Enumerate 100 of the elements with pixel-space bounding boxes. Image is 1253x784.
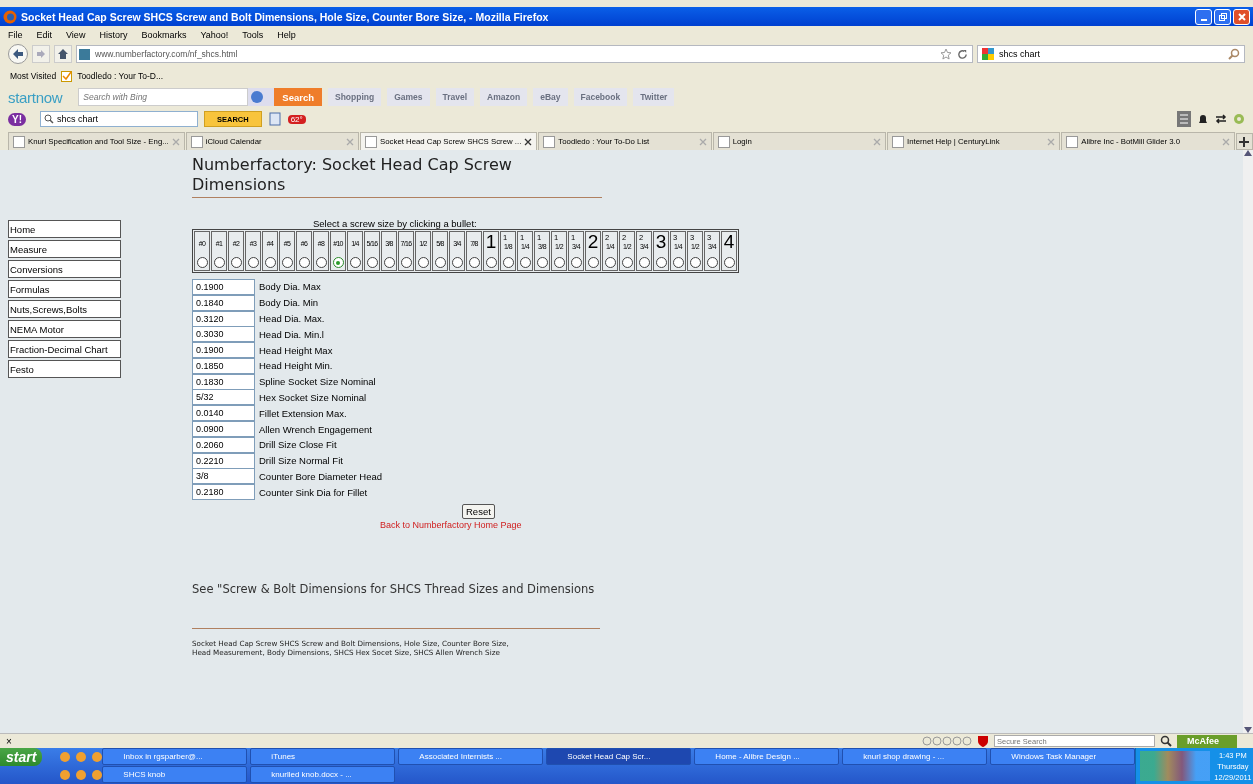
- menu-item[interactable]: View: [66, 29, 86, 40]
- radio-button[interactable]: [366, 257, 378, 268]
- radio-button[interactable]: [417, 257, 429, 268]
- taskbar-button[interactable]: knurl shop drawing - ...: [842, 748, 988, 765]
- radio-button[interactable]: [400, 257, 412, 268]
- radio-button[interactable]: [281, 257, 293, 268]
- radio-button[interactable]: [485, 257, 497, 268]
- radio-button[interactable]: [689, 257, 701, 268]
- menu-item[interactable]: Tools: [242, 29, 264, 40]
- radio-button[interactable]: [315, 257, 327, 268]
- radio-button[interactable]: [434, 257, 446, 268]
- value-field[interactable]: 5/32: [192, 389, 255, 406]
- restore-button[interactable]: [1214, 8, 1231, 25]
- radio-button[interactable]: [264, 257, 276, 268]
- address-bar[interactable]: www.numberfactory.com/nf_shcs.html: [76, 45, 973, 63]
- value-field[interactable]: 0.0140: [192, 405, 255, 422]
- quick-launch-icon[interactable]: [60, 770, 71, 780]
- bell-icon[interactable]: [1197, 113, 1209, 125]
- nav-link[interactable]: Festo: [8, 360, 121, 378]
- taskbar-button[interactable]: Inbox in rgsparber@...: [102, 748, 248, 765]
- nav-link[interactable]: Fraction-Decimal Chart: [8, 340, 121, 358]
- globe-icon[interactable]: [248, 88, 275, 106]
- close-button[interactable]: ×: [6, 735, 12, 747]
- menu-item[interactable]: Edit: [36, 29, 53, 40]
- value-field[interactable]: 3/8: [192, 468, 255, 485]
- menu-item[interactable]: Help: [277, 29, 296, 40]
- radio-button[interactable]: [519, 257, 531, 268]
- taskbar-button[interactable]: Socket Head Cap Scr...: [546, 748, 692, 765]
- value-field[interactable]: 0.1900: [192, 342, 255, 359]
- radio-button[interactable]: [621, 257, 633, 268]
- taskbar-button[interactable]: Associated Internists ...: [398, 748, 544, 765]
- value-field[interactable]: 0.3030: [192, 326, 255, 343]
- radio-button[interactable]: [553, 257, 565, 268]
- toolbar-link[interactable]: eBay: [533, 88, 568, 106]
- radio-button[interactable]: [468, 257, 480, 268]
- value-field[interactable]: 0.2180: [192, 484, 255, 501]
- new-tab-button[interactable]: [1235, 133, 1253, 150]
- reset-button[interactable]: Reset: [462, 504, 495, 520]
- radio-button[interactable]: [570, 257, 582, 268]
- star-icon[interactable]: [940, 48, 952, 60]
- toolbar-link[interactable]: Games: [387, 88, 430, 106]
- toolbar-link[interactable]: Travel: [435, 88, 475, 106]
- radio-button[interactable]: [536, 257, 548, 268]
- nav-link[interactable]: Measure: [8, 240, 121, 258]
- close-icon[interactable]: [524, 137, 533, 146]
- quick-launch-icon[interactable]: [76, 770, 87, 780]
- radio-button[interactable]: [230, 257, 242, 268]
- radio-button[interactable]: [672, 257, 684, 268]
- radio-button[interactable]: [638, 257, 650, 268]
- yahoo-logo[interactable]: Y!: [8, 112, 26, 126]
- radio-button[interactable]: [723, 257, 735, 268]
- back-button[interactable]: [8, 44, 28, 64]
- search-field[interactable]: shcs chart: [977, 45, 1245, 63]
- bookmark-item[interactable]: Most Visited: [10, 71, 57, 81]
- nav-link[interactable]: Home: [8, 220, 121, 238]
- taskbar-button[interactable]: Windows Task Manager: [990, 748, 1136, 765]
- radio-button[interactable]: [298, 257, 310, 268]
- reload-icon[interactable]: [957, 48, 968, 60]
- radio-button[interactable]: [587, 257, 599, 268]
- menu-item[interactable]: Bookmarks: [141, 29, 187, 40]
- nav-link[interactable]: NEMA Motor: [8, 320, 121, 338]
- radio-button[interactable]: [706, 257, 718, 268]
- nav-link[interactable]: Nuts,Screws,Bolts: [8, 300, 121, 318]
- search-icon[interactable]: [1160, 735, 1172, 747]
- taskbar-button[interactable]: iTunes: [250, 748, 396, 765]
- search-field[interactable]: Search with Bing: [78, 88, 249, 106]
- toolbar-link[interactable]: Shopping: [328, 88, 382, 106]
- toolbar-link[interactable]: Twitter: [633, 88, 675, 106]
- radio-button[interactable]: [502, 257, 514, 268]
- menu-item[interactable]: History: [99, 29, 128, 40]
- home-link[interactable]: Back to Numberfactory Home Page: [380, 520, 522, 531]
- radio-button[interactable]: [213, 257, 225, 268]
- start-button[interactable]: start: [0, 748, 43, 766]
- nav-link[interactable]: Conversions: [8, 260, 121, 278]
- minimize-button[interactable]: [1195, 8, 1212, 25]
- quick-launch-icon[interactable]: [92, 770, 103, 780]
- scrollbar[interactable]: [1243, 150, 1253, 733]
- radio-button[interactable]: [451, 257, 463, 268]
- value-field[interactable]: 0.1900: [192, 278, 255, 295]
- bookmark-item[interactable]: Toodledo : Your To-D...: [77, 71, 163, 81]
- shield-icon[interactable]: [977, 734, 989, 748]
- weather-badge[interactable]: 62°: [287, 114, 306, 124]
- quick-launch-icon[interactable]: [92, 752, 103, 762]
- radio-button[interactable]: [332, 257, 344, 268]
- nav-link[interactable]: Formulas: [8, 280, 121, 298]
- toolbar-link[interactable]: Amazon: [480, 88, 528, 106]
- menu-item[interactable]: File: [8, 29, 23, 40]
- search-field[interactable]: shcs chart: [40, 111, 198, 127]
- radio-button[interactable]: [196, 257, 208, 268]
- toolbar-link[interactable]: Facebook: [573, 88, 628, 106]
- menu-item[interactable]: Yahoo!: [200, 29, 229, 40]
- swap-icon[interactable]: [1215, 113, 1227, 125]
- radio-button[interactable]: [247, 257, 259, 268]
- radio-button[interactable]: [604, 257, 616, 268]
- close-button[interactable]: [1233, 8, 1250, 25]
- value-field[interactable]: 0.0900: [192, 421, 255, 438]
- taskbar-button[interactable]: Home - Alibre Design ...: [694, 748, 840, 765]
- radio-button[interactable]: [383, 257, 395, 268]
- taskbar-button[interactable]: SHCS knob: [102, 766, 248, 783]
- home-button[interactable]: [54, 45, 72, 63]
